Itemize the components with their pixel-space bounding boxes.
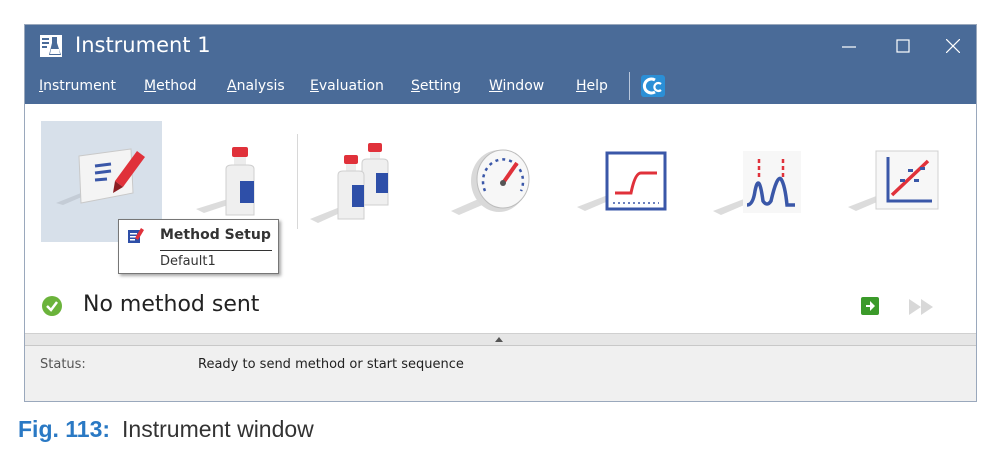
menu-analysis[interactable]: Analysis [227,78,285,94]
single-analysis-icon [577,151,667,211]
menu-evaluation[interactable]: Evaluation [310,78,384,94]
figure-text: Instrument window [122,416,314,442]
menu-window[interactable]: Window [489,78,544,94]
method-status-text: No method sent [83,292,260,317]
menu-method[interactable]: Method [144,78,197,94]
collapse-up-icon[interactable] [495,337,503,342]
tile-data-acquisition[interactable] [569,121,690,242]
calibration-icon [848,150,939,211]
close-icon [946,39,960,53]
tile-divider [297,134,298,229]
status-bar: Status: Ready to send method or start se… [25,346,976,384]
tooltip-title: Method Setup [160,227,271,243]
data-acquisition-icon [713,151,801,215]
menu-help[interactable]: Help [576,78,608,94]
tile-sequence[interactable] [300,121,421,242]
tooltip-divider [160,250,272,251]
tooltip-method-name: Default1 [160,254,216,269]
figure-caption: Fig. 113: Instrument window [18,416,314,443]
menu-instrument[interactable]: Instrument [39,78,116,94]
status-message: Ready to send method or start sequence [198,357,464,372]
figure-label: Fig. 113: [18,416,111,442]
instrument-window: Instrument 1 Instrument Method Analysis … [24,24,977,402]
panel-splitter[interactable] [25,333,976,346]
method-setup-icon [128,228,144,243]
check-circle-icon [42,296,62,316]
title-bar[interactable]: Instrument 1 [25,25,976,68]
sequence-vials-icon [310,143,389,223]
clarity-logo-icon[interactable] [641,75,665,97]
tile-chromatogram[interactable] [705,121,826,242]
maximize-icon [896,39,910,53]
menu-separator [629,72,630,100]
status-label: Status: [40,357,86,372]
window-title: Instrument 1 [75,33,211,57]
tile-device-monitor[interactable] [433,121,554,242]
flask-icon [40,35,62,57]
method-setup-tooltip: Method Setup Default1 [118,219,279,274]
menu-bar: Instrument Method Analysis Evaluation Se… [25,68,976,104]
maximize-button[interactable] [878,25,928,68]
device-monitor-gauge-icon [451,149,530,215]
send-method-icon[interactable] [861,297,879,315]
close-button[interactable] [928,25,976,68]
menu-setting[interactable]: Setting [411,78,461,94]
minimize-icon [842,46,856,48]
fast-forward-icon[interactable] [909,299,935,315]
method-status-panel: No method sent [25,280,976,333]
minimize-button[interactable] [824,25,874,68]
tile-calibration[interactable] [840,121,961,242]
